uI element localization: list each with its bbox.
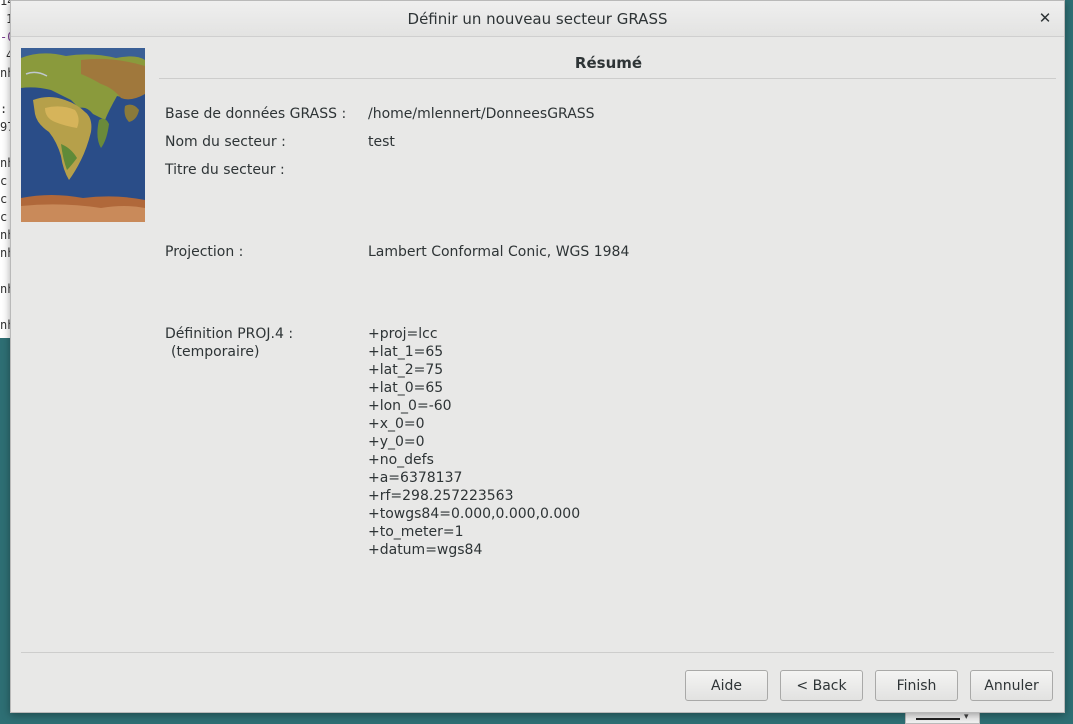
back-button[interactable]: < Back bbox=[780, 670, 863, 701]
new-location-dialog: Définir un nouveau secteur GRASS ✕ Résum… bbox=[10, 0, 1065, 713]
cancel-button[interactable]: Annuler bbox=[970, 670, 1053, 701]
footer-divider bbox=[21, 652, 1054, 653]
proj4-line: +to_meter=1 bbox=[368, 524, 464, 540]
background-text: : bbox=[0, 102, 8, 116]
database-label: Base de données GRASS : bbox=[165, 106, 347, 122]
dialog-title: Définir un nouveau secteur GRASS bbox=[407, 10, 668, 28]
help-button[interactable]: Aide bbox=[685, 670, 768, 701]
proj4-line: +proj=lcc bbox=[368, 326, 438, 342]
proj4-line: +rf=298.257223563 bbox=[368, 488, 514, 504]
proj4-line: +a=6378137 bbox=[368, 470, 463, 486]
proj4-line: +towgs84=0.000,0.000,0.000 bbox=[368, 506, 581, 522]
location-name-value: test bbox=[368, 134, 395, 150]
proj4-line: +lat_1=65 bbox=[368, 344, 444, 360]
proj4-line: +x_0=0 bbox=[368, 416, 425, 432]
projection-value: Lambert Conformal Conic, WGS 1984 bbox=[368, 244, 630, 260]
proj4-line: +lon_0=-60 bbox=[368, 398, 452, 414]
heading-divider bbox=[159, 78, 1056, 79]
proj4-sublabel: (temporaire) bbox=[171, 344, 260, 360]
projection-label: Projection : bbox=[165, 244, 244, 260]
proj4-line: +datum=wgs84 bbox=[368, 542, 483, 558]
proj4-line: +lat_0=65 bbox=[368, 380, 444, 396]
proj4-label: Définition PROJ.4 : bbox=[165, 326, 294, 342]
background-taskbar-item[interactable]: ▾ bbox=[905, 712, 980, 724]
proj4-line: +lat_2=75 bbox=[368, 362, 444, 378]
dialog-titlebar[interactable]: Définir un nouveau secteur GRASS ✕ bbox=[11, 1, 1064, 37]
close-icon[interactable]: ✕ bbox=[1036, 8, 1054, 28]
location-title-label: Titre du secteur : bbox=[165, 162, 285, 178]
database-value: /home/mlennert/DonneesGRASS bbox=[368, 106, 595, 122]
finish-button[interactable]: Finish bbox=[875, 670, 958, 701]
proj4-line: +no_defs bbox=[368, 452, 434, 468]
summary-heading: Résumé bbox=[574, 54, 643, 72]
proj4-line: +y_0=0 bbox=[368, 434, 425, 450]
location-name-label: Nom du secteur : bbox=[165, 134, 286, 150]
world-map-image bbox=[21, 48, 145, 222]
proj4-definition: +proj=lcc +lat_1=65 +lat_2=75 +lat_0=65 … bbox=[368, 325, 580, 559]
